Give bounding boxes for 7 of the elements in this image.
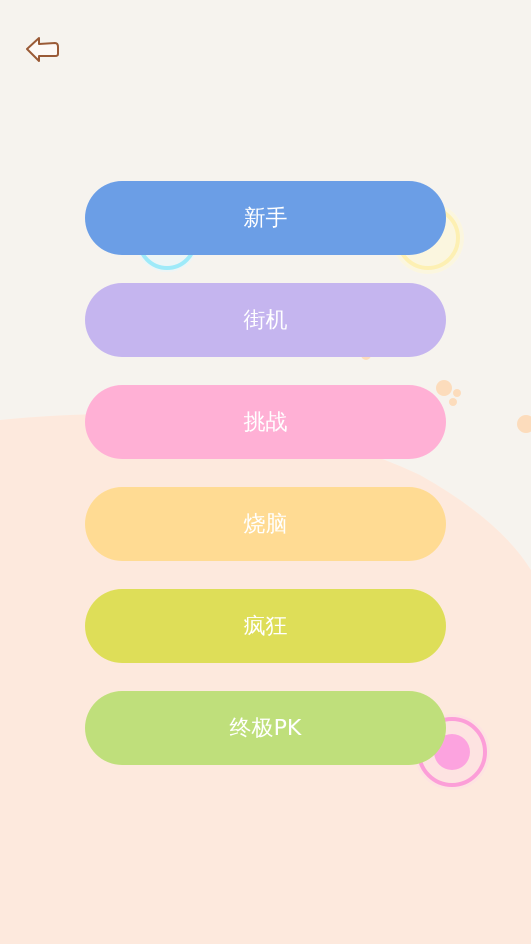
mode-button[interactable]: 疯狂 (85, 589, 446, 663)
mode-button[interactable]: 烧脑 (85, 487, 446, 561)
back-arrow-icon (24, 35, 60, 63)
mode-button[interactable]: 挑战 (85, 385, 446, 459)
mode-button[interactable]: 新手 (85, 181, 446, 255)
mode-button[interactable]: 终极PK (85, 691, 446, 765)
mode-button[interactable]: 街机 (85, 283, 446, 357)
